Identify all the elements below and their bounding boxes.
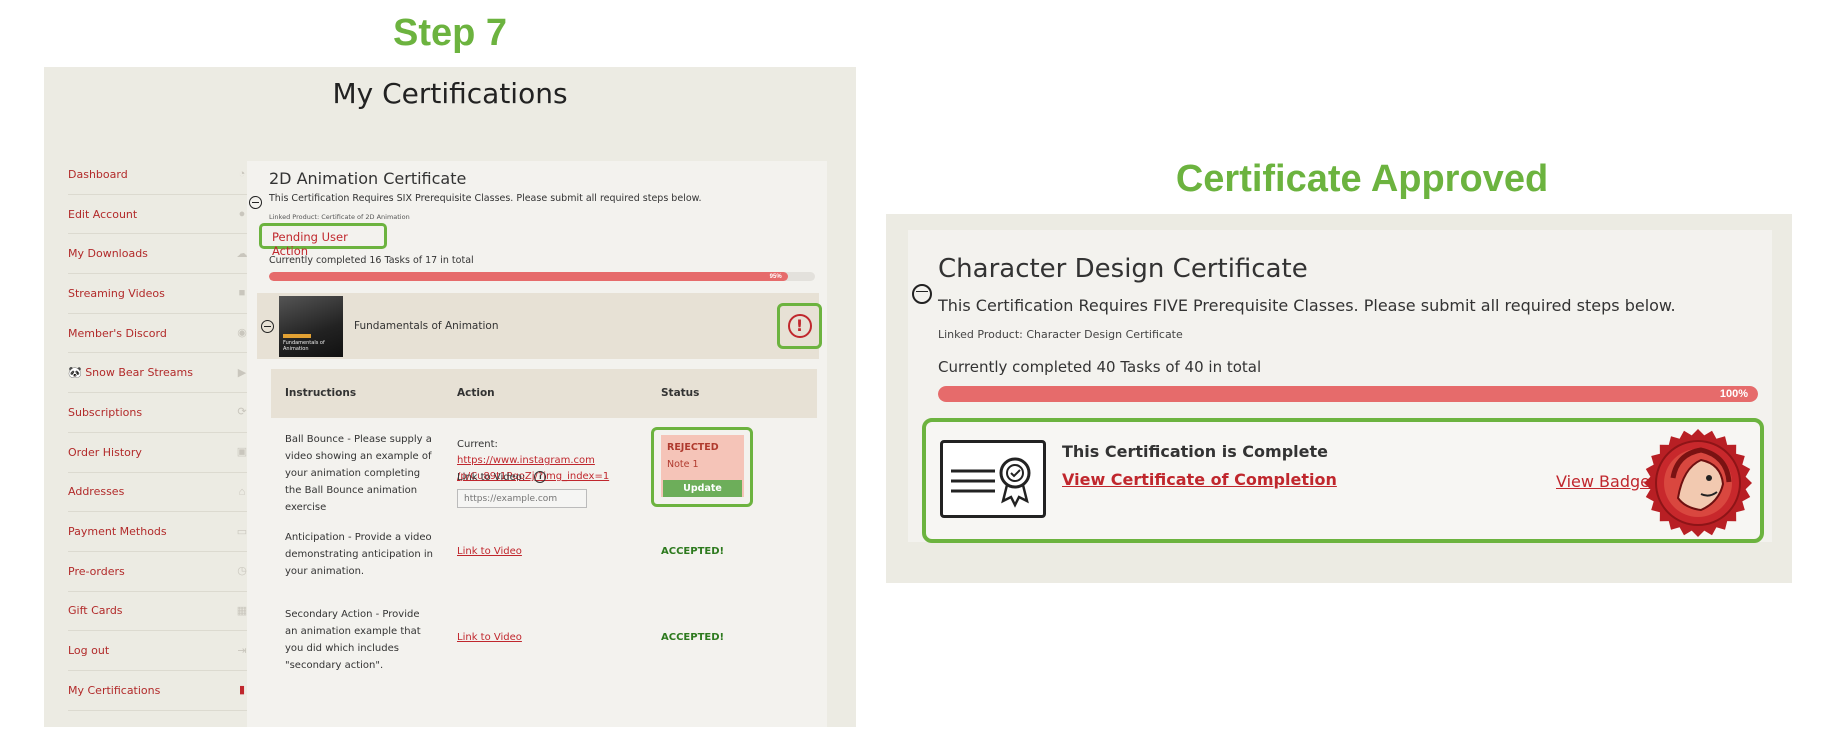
progress-text: Currently completed 16 Tasks of 17 in to… [269,255,474,266]
sidebar-item[interactable]: 🐼 Snow Bear Streams ▶ [68,353,248,394]
certificate-approved-title: Certificate Approved [1175,158,1549,200]
rejected-status-box: REJECTED Note 1 Update [661,435,744,497]
view-certificate-link[interactable]: View Certificate of Completion [1062,470,1337,489]
info-icon[interactable]: i [534,471,547,483]
approved-panel: Character Design Certificate This Certif… [886,214,1792,583]
rejected-label: REJECTED [667,442,719,453]
certificate-title: 2D Animation Certificate [269,169,467,188]
update-button[interactable]: Update [663,480,742,497]
link-to-video[interactable]: Link to Video [457,632,522,643]
row-action: Current: https://www.instagram.com /p/Cu… [457,437,637,508]
table-header: Instructions Action Status [271,369,817,418]
sidebar-item[interactable]: My Certifications ▮ [68,671,248,711]
sidebar-item[interactable]: Member's Discord ◉ [68,314,248,354]
sidebar-item[interactable]: My Downloads ☁ [68,234,248,275]
certificate-card: 2D Animation Certificate This Certificat… [247,161,827,727]
class-row[interactable]: Fundamentals of Animation Fundamentals o… [257,293,822,359]
current-label: Current: [457,439,498,450]
row-instructions: Ball Bounce - Please supply a video show… [285,434,432,513]
sidebar-item-label: Payment Methods [68,525,167,539]
sidebar-item-label: Edit Account [68,207,138,221]
completion-text: This Certification is Complete [1062,442,1328,461]
sidebar-item-label: Streaming Videos [68,286,165,300]
linked-product: Linked Product: Character Design Certifi… [938,328,1183,341]
page-title: My Certifications [332,77,568,110]
lion-badge-icon[interactable] [1643,428,1753,538]
sidebar-item-label: Log out [68,644,110,658]
account-sidebar: Dashboard ◔ Edit Account ● My Downloads ☁ Stre… [68,155,248,711]
link-to-video[interactable]: Link to Video [457,546,522,557]
table-row: Secondary Action - Provide an animation … [271,606,817,676]
step-title: Step 7 [392,12,508,54]
sidebar-item[interactable]: Addresses ⌂ [68,473,248,513]
sidebar-item[interactable]: Subscriptions ⟳ [68,393,248,433]
sidebar-item-label: Addresses [68,485,125,499]
sidebar-item-label: Gift Cards [68,604,123,618]
header-status: Status [661,387,700,399]
collapse-class-icon[interactable] [261,320,274,333]
sidebar-item-label: Pre-orders [68,564,125,578]
sidebar-item-label: Member's Discord [68,326,167,340]
sidebar-item-label: Subscriptions [68,405,143,419]
certificate-icon [940,440,1046,518]
sidebar-item[interactable]: Payment Methods ▭ [68,512,248,552]
sidebar-item-label: Order History [68,445,142,459]
alert-highlight: ! [777,303,822,349]
sidebar-item-label: Dashboard [68,167,128,181]
accepted-status: ACCEPTED! [661,632,725,643]
certificate-title: Character Design Certificate [938,254,1308,284]
table-row: Anticipation - Provide a video demonstra… [271,529,817,589]
class-thumbnail: Fundamentals of Animation [279,296,343,357]
table-row: Ball Bounce - Please supply a video show… [271,427,817,521]
rejected-note: Note 1 [667,459,699,470]
exclamation-icon: ! [787,314,812,338]
sidebar-item-label: 🐼 Snow Bear Streams [68,366,193,380]
video-url-input[interactable] [457,489,587,508]
sidebar-item[interactable]: Order History ▣ [68,433,248,473]
sidebar-item[interactable]: Pre-orders ◷ [68,552,248,592]
rejected-highlight: REJECTED Note 1 Update [651,427,753,507]
collapse-icon[interactable] [249,196,262,209]
header-instructions: Instructions [285,387,357,399]
class-name: Fundamentals of Animation [354,320,499,332]
sidebar-item[interactable]: Log out ⇥ [68,631,248,671]
sidebar-item[interactable]: Edit Account ● [68,195,248,235]
sidebar-item[interactable]: Streaming Videos ■ [68,274,248,314]
progress-fill: 100% [938,386,1758,402]
progress-text: Currently completed 40 Tasks of 40 in to… [938,358,1262,376]
accepted-status: ACCEPTED! [661,546,725,557]
sidebar-item-label: My Certifications [68,683,161,697]
current-url-link[interactable]: https://www.instagram.com [457,455,595,466]
approved-certificate-card: Character Design Certificate This Certif… [908,230,1772,543]
sidebar-item[interactable]: Dashboard ◔ [68,155,248,195]
progress-bar: 100% [938,386,1758,402]
certificate-description: This Certification Requires FIVE Prerequ… [938,296,1676,315]
my-certifications-panel: My Certifications Dashboard ◔ Edit Account… [44,67,856,727]
progress-fill: 95% [269,272,788,281]
pending-status: Pending User Action [259,223,387,258]
completion-box: This Certification is Complete View Cert… [922,418,1764,543]
collapse-icon[interactable] [912,284,932,304]
progress-bar: 95% [269,272,815,281]
row-instructions: Secondary Action - Provide an animation … [285,609,421,671]
certificate-description: This Certification Requires SIX Prerequi… [269,193,702,204]
sidebar-item[interactable]: Gift Cards ▦ [68,592,248,632]
view-badge-link[interactable]: View Badge [1556,472,1650,491]
row-instructions: Anticipation - Provide a video demonstra… [285,532,433,577]
linked-product: Linked Product: Certificate of 2D Animat… [269,213,410,221]
header-action: Action [457,387,495,399]
sidebar-item-label: My Downloads [68,247,148,261]
link-to-video-label: Link to Video: [457,472,526,483]
